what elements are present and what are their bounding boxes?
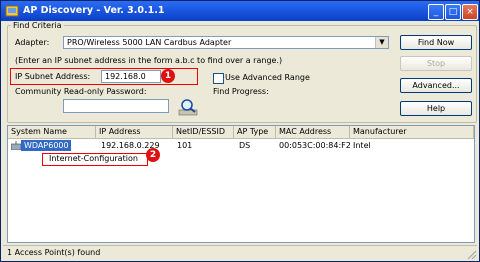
adapter-label: Adapter: <box>15 38 50 47</box>
community-password-input[interactable] <box>63 99 169 113</box>
access-point-list[interactable]: System Name IP Address NetID/ESSID AP Ty… <box>7 125 475 243</box>
window-title: AP Discovery - Ver. 3.0.1.1 <box>23 5 165 16</box>
title-bar[interactable]: AP Discovery - Ver. 3.0.1.1 _ □ × <box>1 1 479 21</box>
advanced-range-checkbox[interactable] <box>213 73 224 84</box>
annotation-badge-1: 1 <box>161 69 175 83</box>
column-header-manufacturer[interactable]: Manufacturer <box>350 126 474 139</box>
app-icon <box>5 5 19 17</box>
adapter-value: PRO/Wireless 5000 LAN Cardbus Adapter <box>67 38 232 47</box>
column-header-netid[interactable]: NetID/ESSID <box>173 126 234 139</box>
find-criteria-legend: Find Criteria <box>11 21 64 30</box>
column-header-ap-type[interactable]: AP Type <box>234 126 276 139</box>
find-progress-label: Find Progress: <box>213 87 269 96</box>
find-now-button[interactable]: Find Now <box>400 35 472 50</box>
help-button[interactable]: Help <box>400 101 472 116</box>
advanced-button[interactable]: Advanced... <box>400 78 472 93</box>
cell-ap-type: DS <box>239 141 251 150</box>
cell-mac-address: 00:053C:00:84:F2 <box>279 141 351 150</box>
access-point-icon <box>11 141 21 150</box>
chevron-down-icon[interactable]: ▼ <box>375 37 388 48</box>
close-button[interactable]: × <box>462 4 478 20</box>
advanced-range-label: Use Advanced Range <box>225 73 310 82</box>
stop-button[interactable]: Stop <box>400 56 472 71</box>
column-header-system-name[interactable]: System Name <box>8 126 96 139</box>
adapter-dropdown[interactable]: PRO/Wireless 5000 LAN Cardbus Adapter ▼ <box>63 36 389 49</box>
minimize-button[interactable]: _ <box>428 4 444 20</box>
subnet-hint: (Enter an IP subnet address in the form … <box>15 56 283 65</box>
column-header-mac-address[interactable]: MAC Address <box>276 126 350 139</box>
cell-system-name: WDAP6000 <box>21 140 71 151</box>
context-menu-internet-configuration[interactable]: Internet-Configuration <box>42 153 148 166</box>
cell-netid: 101 <box>177 141 193 150</box>
cell-manufacturer: Intel <box>353 141 371 150</box>
resize-grip-icon[interactable] <box>465 248 477 260</box>
app-window: AP Discovery - Ver. 3.0.1.1 _ □ × Find C… <box>0 0 480 262</box>
community-label: Community Read-only Password: <box>15 87 147 96</box>
status-bar: 1 Access Point(s) found <box>3 245 477 259</box>
annotation-badge-2: 2 <box>146 148 160 162</box>
column-header-ip-address[interactable]: IP Address <box>96 126 173 139</box>
search-icon[interactable] <box>177 97 199 117</box>
maximize-button[interactable]: □ <box>445 4 461 20</box>
status-text: 1 Access Point(s) found <box>7 248 101 257</box>
